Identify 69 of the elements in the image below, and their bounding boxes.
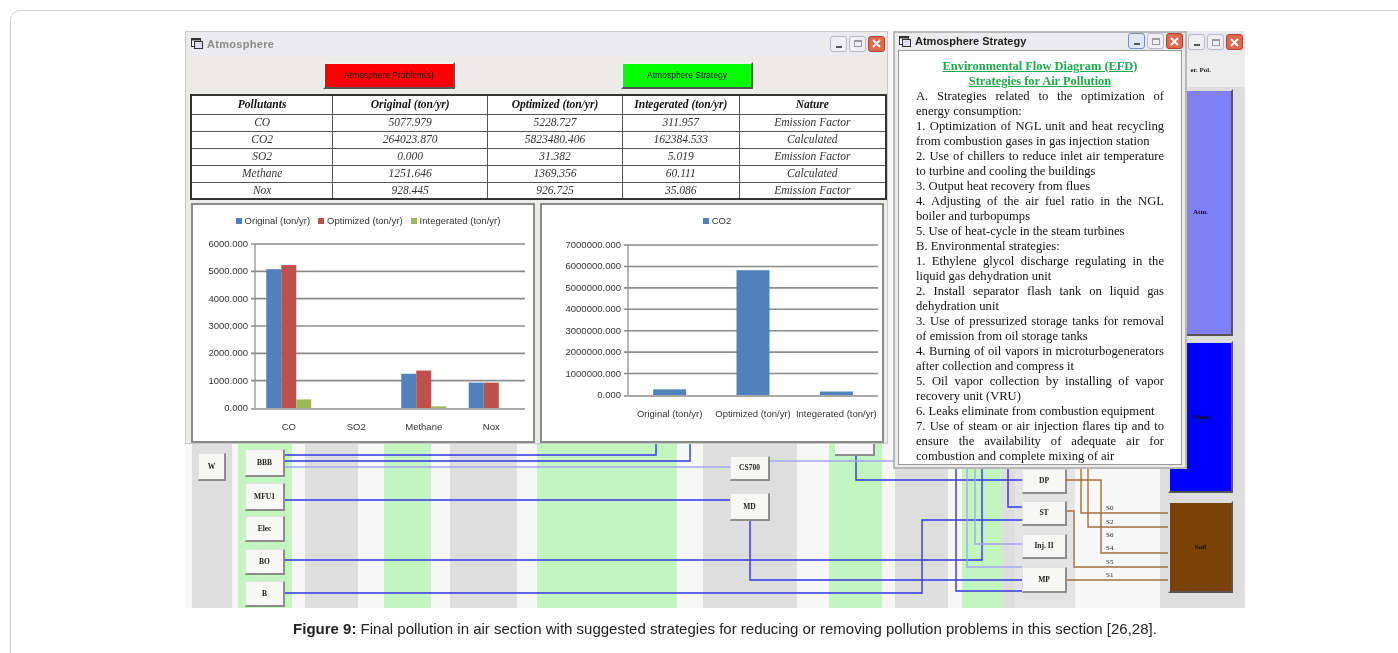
action-button[interactable]: Atmosphere Strategy: [621, 61, 753, 89]
legend-label: Integerated (ton/yr): [419, 214, 501, 228]
table-cell: 60.111: [622, 165, 740, 182]
axis-label: 0.000: [597, 389, 621, 400]
strategy-item: B. Environmental strategies:: [916, 238, 1061, 254]
strategy-item: 3. Output heat recovery from flues: [916, 178, 1092, 194]
axis-label: Nox: [482, 421, 500, 432]
axis-label: 6000.000: [208, 238, 248, 249]
strategy-heading: Strategies for Air Pollution: [967, 73, 1113, 89]
figure-caption: Figure 9: Final pollution in air section with suggested strategies for reducing or removing pollution problems in this section [26,28].: [292, 619, 1158, 639]
legend-label: Original (ton/yr): [244, 214, 311, 228]
strategy-item: 2. Install separator flash tank on liquid gas dehydration unit: [916, 283, 1164, 314]
table-cell: 264023.870: [332, 131, 488, 148]
column-header: Optimized (ton/yr): [487, 95, 623, 114]
axis-label: 0.000: [224, 402, 248, 413]
table-cell: CO: [191, 114, 333, 131]
axis-label: 6000000.000: [565, 260, 621, 272]
window-title: Atmosphere: [207, 36, 275, 52]
table-cell: 1251.646: [332, 165, 488, 182]
strategy-item: 4. Burning of oil vapors in microturbogenerators after collection and compress it: [916, 343, 1164, 374]
table-cell: 311.957: [622, 114, 740, 131]
table-cell: 31.382: [487, 148, 623, 165]
table-cell: 5228.727: [487, 114, 623, 131]
strategy-item: 3. Use of pressurized storage tanks for removal of emission from oil storage tanks: [916, 313, 1164, 344]
axis-label: 4000.000: [208, 292, 248, 304]
strategy-item: 1. Optimization of NGL unit and heat recycling from combustion gases in gas injection station: [916, 118, 1164, 149]
table-cell: 162384.533: [622, 131, 740, 148]
strategy-item: 6. Leaks eliminate from combustion equipment: [916, 403, 1156, 419]
strategy-item: 7. Use of steam or air injection flares tip and to ensure the availability of adequate air for combustion and complete mixing of air: [916, 418, 1164, 464]
table-cell: 5077.979: [332, 114, 488, 131]
table-cell: 1369.356: [487, 165, 623, 182]
axis-label: 4000000.000: [565, 303, 621, 315]
axis-label: 2000000.000: [565, 346, 621, 358]
strategy-item: 2. Use of chillers to reduce inlet air temperature to turbine and cooling the buildings: [916, 148, 1164, 179]
legend-label: Optimized (ton/yr): [327, 214, 403, 228]
strategy-item: 5. Oil vapor collection by installing of vapor recovery unit (VRU): [916, 373, 1164, 404]
column-header: Original (ton/yr): [332, 95, 488, 114]
axis-label: CO: [281, 421, 296, 432]
axis-label: 7000000.000: [565, 239, 621, 250]
axis-label: Integerated (ton/yr): [795, 408, 877, 419]
table-cell: 0.000: [332, 148, 488, 165]
window-title: Atmosphere Strategy: [915, 34, 1027, 49]
axis-label: 2000.000: [208, 347, 248, 359]
table-cell: Calculated: [739, 165, 886, 182]
strategy-heading: Environmental Flow Diagram (EFD): [941, 58, 1139, 74]
axis-label: Methane: [405, 421, 443, 432]
strategy-item: 1. Ethylene glycol discharge regulating in the liquid gas dehydration unit: [916, 253, 1164, 284]
axis-label: 5000000.000: [565, 281, 621, 293]
axis-label: Optimized (ton/yr): [715, 408, 791, 419]
action-button[interactable]: Atmosphere Problem(s): [323, 61, 455, 89]
axis-label: 5000.000: [208, 265, 248, 277]
strategy-item: A. Strategies related to the optimization of energy consumption:: [916, 88, 1164, 119]
axis-label: 3000.000: [208, 320, 248, 331]
axis-label: 1000.000: [208, 374, 248, 386]
table-cell: SO2: [191, 148, 333, 165]
strategy-item: 4. Adjusting of the air fuel ratio in the NGL boiler and turbopumps: [916, 193, 1164, 224]
axis-label: SO2: [346, 421, 366, 432]
column-header: Integerated (ton/yr): [622, 95, 740, 114]
axis-label: Original (ton/yr): [636, 408, 703, 419]
table-cell: Methane: [191, 165, 333, 182]
axis-label: 3000000.000: [565, 324, 621, 336]
legend-label: CO2: [711, 214, 732, 228]
table-cell: 5.019: [622, 148, 740, 165]
table-cell: CO2: [191, 131, 333, 148]
strategy-item: 5. Use of heat-cycle in the steam turbines: [916, 223, 1126, 239]
column-header: Pollutants: [191, 95, 333, 114]
table-cell: Calculated: [739, 131, 886, 148]
table-cell: 5823480.406: [487, 131, 623, 148]
axis-label: 1000000.000: [565, 367, 621, 379]
